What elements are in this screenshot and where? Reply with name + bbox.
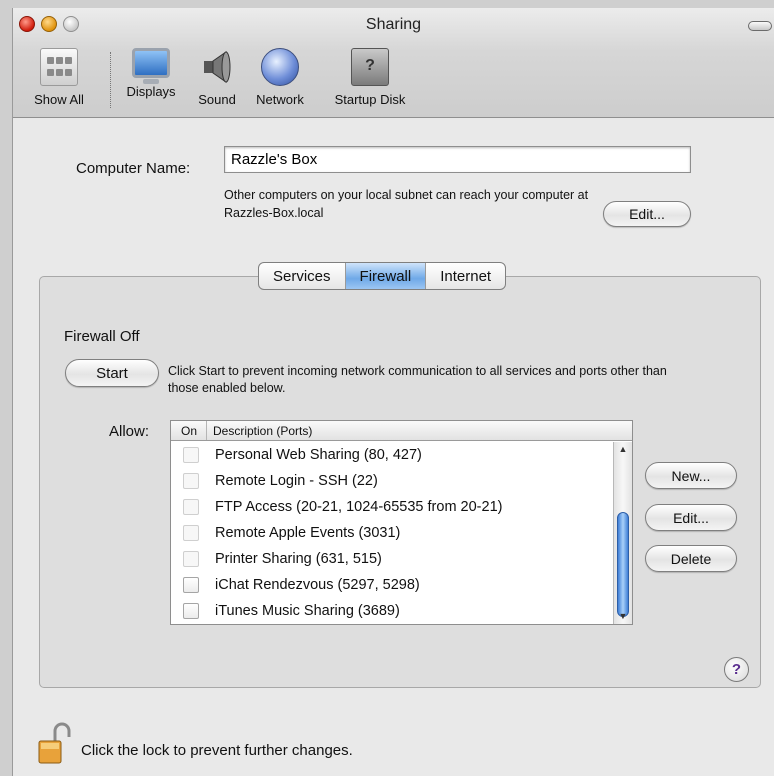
start-firewall-button[interactable]: Start: [65, 359, 159, 387]
globe-icon: [261, 48, 299, 86]
toolbar-separator: [110, 52, 111, 108]
lock-message: Click the lock to prevent further change…: [81, 742, 353, 759]
service-description: Remote Apple Events (3031): [215, 525, 401, 541]
service-description: iChat Rendezvous (5297, 5298): [215, 577, 420, 593]
firewall-status: Firewall Off: [64, 328, 140, 345]
lock-icon[interactable]: [37, 721, 73, 765]
edit-service-button[interactable]: Edit...: [645, 504, 737, 531]
column-header-description[interactable]: Description (Ports): [207, 421, 312, 440]
firewall-description: Click Start to prevent incoming network …: [168, 364, 667, 395]
allow-label: Allow:: [109, 423, 150, 440]
toolbar-show-all[interactable]: Show All: [29, 48, 89, 107]
service-checkbox[interactable]: [183, 525, 199, 541]
help-button[interactable]: ?: [724, 657, 749, 682]
service-description: Printer Sharing (631, 515): [215, 551, 382, 567]
service-checkbox[interactable]: [183, 603, 199, 619]
service-checkbox[interactable]: [183, 447, 199, 463]
display-icon: [132, 48, 170, 84]
hard-disk-icon: [351, 48, 389, 86]
list-scrollbar[interactable]: ▲ ▼: [613, 442, 632, 624]
service-checkbox[interactable]: [183, 473, 199, 489]
title-toolbar: Sharing Show All Displays Sound Network …: [13, 8, 774, 118]
show-all-icon: [40, 48, 78, 86]
tab-internet[interactable]: Internet: [426, 263, 505, 289]
list-item[interactable]: FTP Access (20-21, 1024-65535 from 20-21…: [171, 494, 613, 520]
list-header: On Description (Ports): [171, 421, 632, 441]
service-description: Remote Login - SSH (22): [215, 473, 378, 489]
service-description: iTunes Music Sharing (3689): [215, 603, 400, 619]
edit-computer-name-button[interactable]: Edit...: [603, 201, 691, 227]
list-item[interactable]: Personal Web Sharing (80, 427): [171, 442, 613, 468]
service-description: FTP Access (20-21, 1024-65535 from 20-21…: [215, 499, 503, 515]
list-rows: Personal Web Sharing (80, 427) Remote Lo…: [171, 442, 613, 624]
list-item[interactable]: Remote Apple Events (3031): [171, 520, 613, 546]
toolbar-network[interactable]: Network: [249, 48, 311, 107]
delete-service-button[interactable]: Delete: [645, 545, 737, 572]
new-service-button[interactable]: New...: [645, 462, 737, 489]
service-description: Personal Web Sharing (80, 427): [215, 447, 422, 463]
list-item[interactable]: Remote Login - SSH (22): [171, 468, 613, 494]
list-item[interactable]: iChat Rendezvous (5297, 5298): [171, 572, 613, 598]
computer-name-field[interactable]: [224, 146, 691, 173]
list-item[interactable]: Printer Sharing (631, 515): [171, 546, 613, 572]
service-checkbox[interactable]: [183, 499, 199, 515]
list-item[interactable]: iTunes Music Sharing (3689): [171, 598, 613, 624]
toolbar-label: Network: [256, 92, 304, 107]
sharing-window: Sharing Show All Displays Sound Network …: [12, 8, 774, 776]
service-checkbox[interactable]: [183, 577, 199, 593]
toolbar-startup-disk[interactable]: Startup Disk: [325, 48, 415, 107]
scroll-down-arrow-icon[interactable]: ▼: [614, 611, 632, 621]
scroll-thumb[interactable]: [617, 512, 629, 617]
toolbar-displays[interactable]: Displays: [120, 48, 182, 99]
speaker-icon: [202, 48, 232, 86]
tab-firewall[interactable]: Firewall: [345, 263, 427, 289]
toolbar-toggle-button[interactable]: [748, 21, 772, 31]
computer-name-description: Other computers on your local subnet can…: [224, 188, 589, 220]
computer-name-label: Computer Name:: [76, 160, 191, 177]
toolbar-sound[interactable]: Sound: [193, 48, 241, 107]
tab-bar: Services Firewall Internet: [258, 262, 507, 290]
toolbar-label: Displays: [126, 84, 176, 99]
toolbar-label: Show All: [34, 92, 84, 107]
scroll-up-arrow-icon[interactable]: ▲: [614, 444, 632, 454]
service-checkbox[interactable]: [183, 551, 199, 567]
column-header-on[interactable]: On: [171, 421, 207, 440]
window-title: Sharing: [365, 16, 422, 33]
toolbar-label: Sound: [198, 92, 236, 107]
toolbar-label: Startup Disk: [334, 92, 406, 107]
services-list: On Description (Ports) Personal Web Shar…: [170, 420, 633, 625]
tab-services[interactable]: Services: [259, 263, 346, 289]
